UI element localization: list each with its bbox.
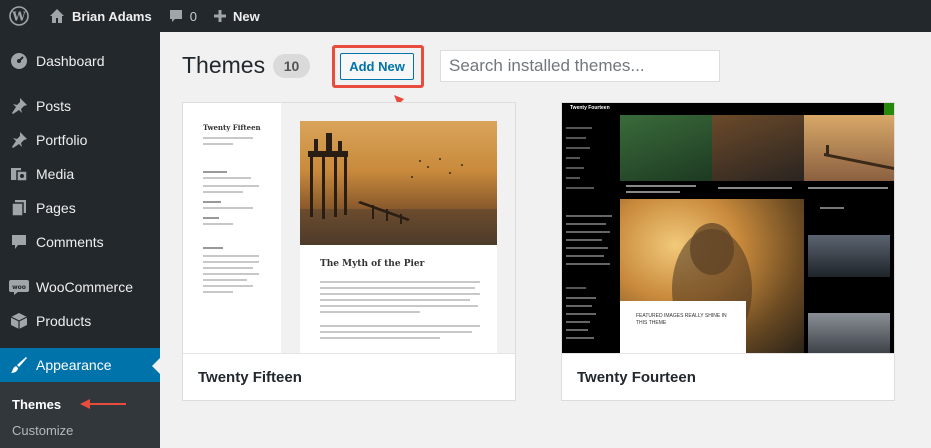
comment-icon <box>169 10 182 22</box>
site-name-link[interactable]: Brian Adams <box>39 0 160 32</box>
sidebar-item-portfolio[interactable]: Portfolio <box>0 123 160 157</box>
theme-card-twenty-fourteen[interactable]: Twenty Fourteen FEATURED IMAGES REALLY S… <box>561 102 895 401</box>
wordpress-logo-button[interactable]: W <box>0 0 39 32</box>
sidebar-item-label: Posts <box>36 98 72 114</box>
sidebar-item-label: Pages <box>36 200 76 216</box>
theme-screenshot[interactable]: Twenty Fourteen FEATURED IMAGES REALLY S… <box>562 103 894 353</box>
theme-card-twenty-fifteen[interactable]: Twenty Fifteen The Myth of the Pier Twen… <box>182 102 516 401</box>
sidebar-item-appearance[interactable]: Appearance <box>0 348 160 382</box>
wordpress-icon: W <box>9 6 29 26</box>
sidebar-item-dashboard[interactable]: Dashboard <box>0 44 160 78</box>
new-content-button[interactable]: New <box>205 0 268 32</box>
sidebar-item-comments[interactable]: Comments <box>0 225 160 259</box>
sidebar-item-label: Media <box>36 166 75 182</box>
comments-link[interactable]: 0 <box>160 0 205 32</box>
sidebar-item-label: WooCommerce <box>36 279 133 295</box>
home-icon <box>50 9 64 23</box>
preview-post-title: The Myth of the Pier <box>320 259 425 269</box>
theme-name: Twenty Fourteen <box>562 353 894 400</box>
sidebar-item-posts[interactable]: Posts <box>0 89 160 123</box>
svg-text:woo: woo <box>12 284 26 291</box>
preview-site-title: Twenty Fourteen <box>570 105 610 111</box>
admin-sidebar: Dashboard Posts Portfolio Media Pages Co… <box>0 32 160 448</box>
preview-post: The Myth of the Pier <box>300 121 497 353</box>
sidebar-item-media[interactable]: Media <box>0 157 160 191</box>
pin-icon <box>0 97 36 115</box>
sidebar-item-label: Portfolio <box>36 132 88 148</box>
preview-video-2 <box>808 313 890 353</box>
submenu-item-themes[interactable]: Themes <box>12 397 61 412</box>
theme-name: Twenty Fifteen <box>183 353 515 400</box>
preview-left-sidebar <box>562 115 620 353</box>
media-icon <box>0 165 36 183</box>
sidebar-item-label: Appearance <box>36 357 112 373</box>
preview-featured-3 <box>804 115 894 181</box>
comment-icon <box>0 233 36 251</box>
dashboard-icon <box>0 52 36 70</box>
preview-pier-photo <box>300 121 497 245</box>
sidebar-item-products[interactable]: Products <box>0 304 160 338</box>
preview-site-title: Twenty Fifteen <box>203 123 261 132</box>
theme-count-badge: 10 <box>273 54 310 78</box>
preview-featured-2 <box>712 115 804 181</box>
new-label: New <box>232 8 260 24</box>
page-title: Themes <box>182 52 266 78</box>
woocommerce-icon: woo <box>0 279 36 295</box>
admin-bar: W Brian Adams 0 New <box>0 0 931 32</box>
sidebar-item-label: Comments <box>36 234 104 250</box>
sidebar-item-label: Dashboard <box>36 53 105 69</box>
add-new-theme-button[interactable]: Add New <box>340 53 414 80</box>
submenu-item-customize[interactable]: Customize <box>12 423 73 438</box>
comments-count: 0 <box>189 8 197 24</box>
preview-video-1 <box>808 235 890 277</box>
sidebar-item-pages[interactable]: Pages <box>0 191 160 225</box>
preview-sidebar: Twenty Fifteen <box>183 103 281 353</box>
box-icon <box>0 312 36 330</box>
preview-hero-caption: FEATURED IMAGES REALLY SHINE IN THIS THE… <box>636 313 727 326</box>
preview-header: Twenty Fourteen <box>562 103 894 115</box>
plus-icon <box>213 10 226 22</box>
appearance-submenu: Themes Customize <box>0 382 160 448</box>
sidebar-item-woocommerce[interactable]: woo WooCommerce <box>0 270 160 304</box>
preview-featured-1 <box>620 115 712 181</box>
sidebar-item-label: Products <box>36 313 92 329</box>
pin-icon <box>0 131 36 149</box>
search-themes-input[interactable] <box>440 50 720 82</box>
site-name: Brian Adams <box>72 8 152 24</box>
theme-screenshot[interactable]: Twenty Fifteen The Myth of the Pier <box>183 103 515 353</box>
pages-icon <box>0 199 36 217</box>
svg-text:W: W <box>11 10 26 24</box>
brush-icon <box>0 356 36 374</box>
